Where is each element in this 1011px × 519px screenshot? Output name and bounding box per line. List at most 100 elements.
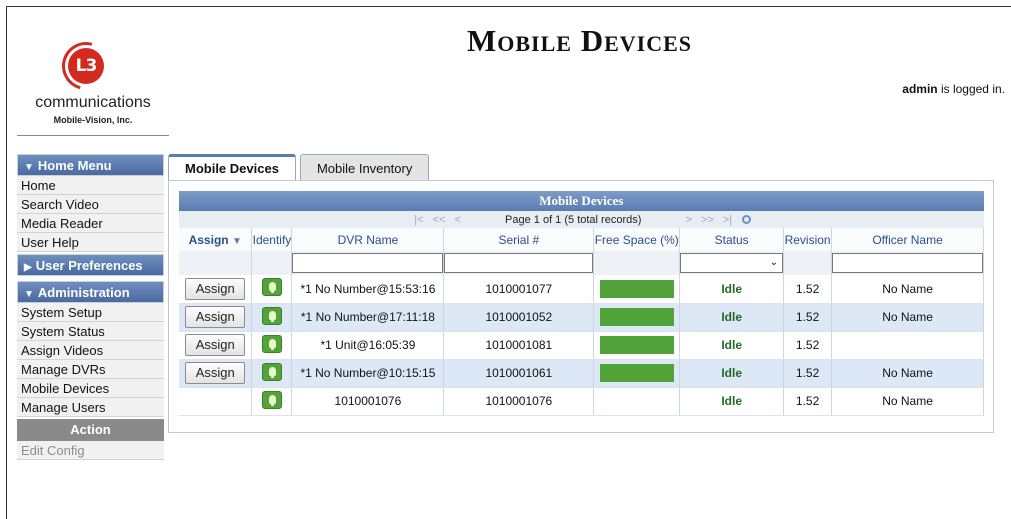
sidebar-administration-header[interactable]: ▼ Administration bbox=[17, 281, 164, 303]
filter-identify-cell bbox=[251, 251, 293, 275]
tab-mobile-devices[interactable]: Mobile Devices bbox=[168, 154, 296, 181]
dvr-name-cell: *1 Unit@16:05:39 bbox=[291, 331, 445, 360]
identify-light-icon[interactable] bbox=[261, 278, 282, 297]
revision-cell: 1.52 bbox=[783, 275, 833, 304]
grid-title: Mobile Devices bbox=[179, 191, 984, 211]
col-status[interactable]: Status bbox=[679, 228, 785, 251]
identify-light-icon[interactable] bbox=[261, 362, 282, 381]
sidebar-item-manage-dvrs[interactable]: Manage DVRs bbox=[17, 360, 164, 379]
filter-status-select[interactable]: ⌄ bbox=[680, 253, 784, 273]
free-space-empty-cell bbox=[593, 387, 681, 416]
sidebar-item-manage-users[interactable]: Manage Users bbox=[17, 398, 164, 417]
serial-cell: 1010001081 bbox=[443, 331, 595, 360]
table-row: Assign *1 Unit@16:05:39 1010001081 Idle … bbox=[179, 331, 984, 360]
search-icon[interactable] bbox=[742, 215, 752, 225]
tab-mobile-inventory[interactable]: Mobile Inventory bbox=[299, 154, 430, 181]
officer-cell: No Name bbox=[831, 359, 984, 388]
status-cell: Idle bbox=[679, 275, 785, 304]
last-page-icon[interactable]: >| bbox=[723, 214, 732, 226]
logo-name: communications bbox=[35, 94, 151, 111]
revision-cell: 1.52 bbox=[783, 303, 833, 332]
free-space-bar bbox=[599, 336, 674, 354]
first-page-icon[interactable]: |< bbox=[414, 214, 423, 226]
assign-button[interactable]: Assign bbox=[185, 362, 246, 384]
mobile-devices-panel: Mobile Devices |< << < Page 1 of 1 (5 to… bbox=[168, 180, 994, 433]
sidebar-item-search-video[interactable]: Search Video bbox=[17, 195, 164, 214]
officer-cell: No Name bbox=[831, 303, 984, 332]
mobile-devices-grid: Mobile Devices |< << < Page 1 of 1 (5 to… bbox=[179, 191, 984, 416]
sort-down-icon[interactable]: ▼ bbox=[232, 236, 242, 247]
prev-page-icon[interactable]: < bbox=[455, 214, 461, 226]
table-row: 1010001076 1010001076 Idle 1.52 No Name bbox=[179, 387, 984, 416]
col-assign[interactable]: Assign ▼ bbox=[179, 228, 253, 251]
sidebar-item-edit-config[interactable]: Edit Config bbox=[17, 441, 164, 460]
next-page-icon[interactable]: > bbox=[685, 214, 691, 226]
col-free-space[interactable]: Free Space (%) bbox=[593, 228, 681, 251]
filter-serial-input[interactable] bbox=[444, 253, 594, 273]
caret-down-icon: ▼ bbox=[24, 162, 34, 173]
officer-cell: No Name bbox=[831, 275, 984, 304]
dvr-name-cell: *1 No Number@17:11:18 bbox=[291, 303, 445, 332]
assign-empty-cell bbox=[179, 387, 253, 416]
sidebar-item-home[interactable]: Home bbox=[17, 176, 164, 195]
sidebar-item-system-status[interactable]: System Status bbox=[17, 322, 164, 341]
prev-group-icon[interactable]: << bbox=[433, 214, 446, 226]
dvr-name-cell: *1 No Number@15:53:16 bbox=[291, 275, 445, 304]
col-assign-label: Assign bbox=[188, 232, 229, 247]
status-cell: Idle bbox=[679, 359, 785, 388]
serial-cell: 1010001076 bbox=[443, 387, 595, 416]
grid-filter-row: ⌄ bbox=[179, 251, 984, 275]
col-revision[interactable]: Revision bbox=[783, 228, 833, 251]
filter-officer-input[interactable] bbox=[832, 253, 983, 273]
assign-button[interactable]: Assign bbox=[185, 334, 246, 356]
sidebar-item-media-reader[interactable]: Media Reader bbox=[17, 214, 164, 233]
login-suffix: is logged in. bbox=[937, 82, 1005, 96]
sidebar-user-preferences-header[interactable]: ▶ User Preferences bbox=[17, 254, 164, 276]
dvr-name-cell: *1 No Number@10:15:15 bbox=[291, 359, 445, 388]
logo-mark-text: L3 bbox=[75, 56, 98, 76]
filter-dvr-name-input[interactable] bbox=[292, 253, 444, 273]
assign-button[interactable]: Assign bbox=[185, 277, 246, 300]
assign-button[interactable]: Assign bbox=[185, 306, 246, 328]
caret-right-icon: ▶ bbox=[24, 262, 32, 273]
sidebar-item-system-setup[interactable]: System Setup bbox=[17, 303, 164, 322]
page-title: Mobile Devices bbox=[467, 23, 693, 58]
logo-subtitle: Mobile-Vision, Inc. bbox=[53, 115, 133, 125]
identify-light-icon[interactable] bbox=[261, 306, 282, 325]
serial-cell: 1010001077 bbox=[443, 275, 595, 304]
col-identify[interactable]: Identify bbox=[251, 228, 293, 251]
officer-cell bbox=[831, 331, 984, 360]
table-row: Assign *1 No Number@17:11:18 1010001052 … bbox=[179, 303, 984, 332]
login-status: admin is logged in. bbox=[902, 82, 1005, 96]
revision-cell: 1.52 bbox=[783, 359, 833, 388]
identify-light-icon[interactable] bbox=[261, 390, 282, 409]
next-group-icon[interactable]: >> bbox=[701, 214, 714, 226]
dvr-name-cell: 1010001076 bbox=[291, 387, 445, 416]
status-cell: Idle bbox=[679, 331, 785, 360]
sidebar: ▼ Home Menu Home Search Video Media Reade… bbox=[17, 154, 164, 460]
serial-cell: 1010001052 bbox=[443, 303, 595, 332]
col-officer-name[interactable]: Officer Name bbox=[831, 228, 984, 251]
logo-mark: L3 bbox=[68, 48, 104, 84]
col-dvr-name[interactable]: DVR Name bbox=[291, 228, 445, 251]
pager-text: Page 1 of 1 (5 total records) bbox=[505, 213, 642, 226]
sidebar-action-header: Action bbox=[17, 419, 164, 441]
status-cell: Idle bbox=[679, 303, 785, 332]
table-row: Assign *1 No Number@10:15:15 1010001061 … bbox=[179, 359, 984, 388]
sidebar-home-menu-header[interactable]: ▼ Home Menu bbox=[17, 154, 164, 176]
sidebar-user-preferences-label: User Preferences bbox=[35, 258, 143, 273]
free-space-bar bbox=[599, 364, 674, 382]
col-serial[interactable]: Serial # bbox=[443, 228, 595, 251]
sidebar-item-assign-videos[interactable]: Assign Videos bbox=[17, 341, 164, 360]
app-frame: L3 communications Mobile-Vision, Inc. Mo… bbox=[6, 6, 1011, 519]
identify-light-icon[interactable] bbox=[261, 334, 282, 353]
serial-cell: 1010001061 bbox=[443, 359, 595, 388]
sidebar-item-mobile-devices[interactable]: Mobile Devices bbox=[17, 379, 164, 398]
officer-cell: No Name bbox=[831, 387, 984, 416]
sidebar-item-user-help[interactable]: User Help bbox=[17, 233, 164, 252]
tab-bar: Mobile Devices Mobile Inventory bbox=[168, 154, 433, 181]
grid-header-row: Assign ▼ Identify DVR Name Serial # Free… bbox=[179, 228, 984, 251]
table-row: Assign *1 No Number@15:53:16 1010001077 … bbox=[179, 275, 984, 304]
filter-free-space-cell bbox=[593, 251, 681, 275]
revision-cell: 1.52 bbox=[783, 387, 833, 416]
